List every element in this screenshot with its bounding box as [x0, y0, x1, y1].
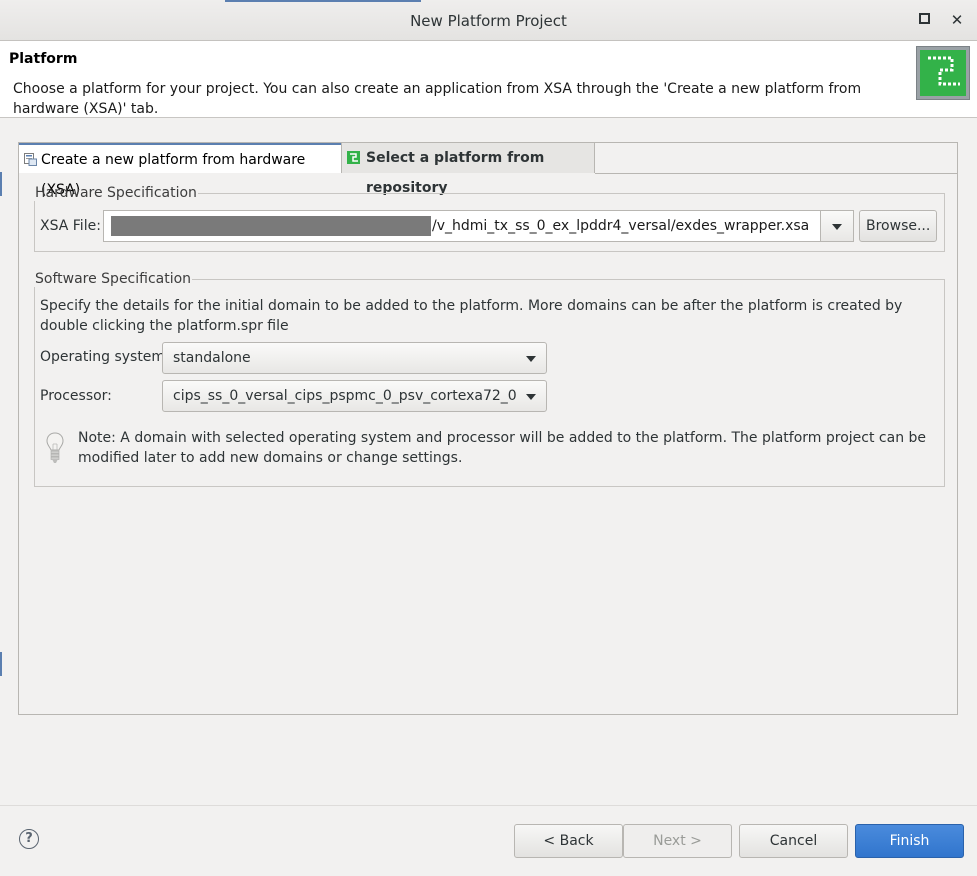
hardware-specification-legend: Hardware Specification [35, 185, 197, 201]
browse-button[interactable]: Browse... [859, 210, 937, 242]
processor-value: cips_ss_0_versal_cips_pspmc_0_psv_cortex… [173, 388, 517, 404]
operating-system-select[interactable]: standalone [162, 342, 547, 374]
xsa-file-label: XSA File: [40, 218, 101, 234]
tab-select-from-repository[interactable]: Select a platform from repository [341, 143, 595, 196]
processor-select[interactable]: cips_ss_0_versal_cips_pspmc_0_psv_cortex… [162, 380, 547, 412]
repository-tab-icon [347, 151, 360, 164]
processor-label: Processor: [40, 388, 112, 404]
tab-bar: Create a new platform from hardware (XSA… [19, 143, 957, 198]
tab-baseline [595, 173, 957, 174]
operating-system-label: Operating system: [40, 349, 170, 365]
finish-button[interactable]: Finish [855, 824, 964, 858]
next-button[interactable]: Next > [623, 824, 732, 858]
xsa-file-dropdown-button[interactable] [820, 210, 854, 242]
redacted-path [111, 216, 431, 236]
platform-logo-icon [916, 46, 970, 100]
background-window-edge [0, 652, 2, 676]
operating-system-value: standalone [173, 350, 251, 366]
help-icon[interactable]: ? [19, 829, 39, 849]
domain-note: Note: A domain with selected operating s… [78, 430, 927, 466]
chevron-down-icon [526, 356, 536, 362]
xsa-file-input[interactable]: /v_hdmi_tx_ss_0_ex_lpddr4_versal/exdes_w… [103, 210, 821, 242]
dropdown-arrow-icon [832, 224, 842, 230]
software-description: Specify the details for the initial doma… [40, 298, 903, 334]
back-button[interactable]: < Back [514, 824, 623, 858]
xsa-file-value: /v_hdmi_tx_ss_0_ex_lpddr4_versal/exdes_w… [432, 218, 810, 234]
page-title: Platform [9, 51, 78, 67]
chevron-down-icon [526, 394, 536, 400]
title-bar-accent [225, 0, 421, 2]
wizard-header: Platform Choose a platform for your proj… [0, 41, 977, 118]
close-icon[interactable]: ✕ [947, 10, 967, 30]
maximize-icon[interactable] [914, 10, 934, 30]
software-specification-legend: Software Specification [35, 271, 192, 287]
hardware-tab-icon [24, 153, 37, 166]
page-description: Choose a platform for your project. You … [13, 81, 862, 117]
background-window-edge [0, 172, 2, 196]
footer-separator [0, 805, 977, 806]
tab-create-from-hardware[interactable]: Create a new platform from hardware (XSA… [19, 143, 341, 198]
cancel-button[interactable]: Cancel [739, 824, 848, 858]
window-title: New Platform Project [410, 12, 567, 30]
lightbulb-icon [46, 432, 64, 463]
title-bar: New Platform Project ✕ [0, 0, 977, 41]
